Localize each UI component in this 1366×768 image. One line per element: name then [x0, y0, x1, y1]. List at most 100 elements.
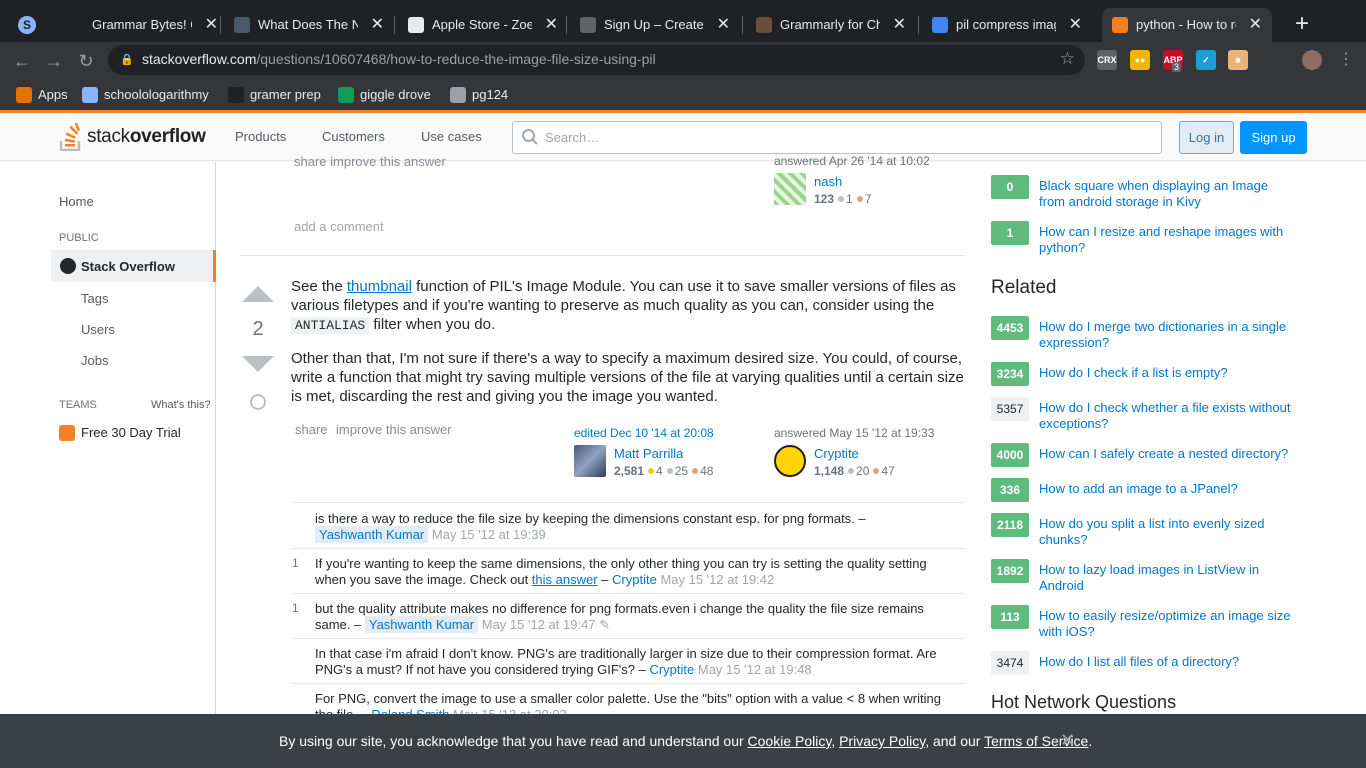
related-question-link[interactable]: How do I check whether a file exists wit… [1039, 400, 1301, 432]
bookmark-giggle-drove[interactable]: giggle drove [338, 86, 431, 104]
bookmark-schoolologarithmy[interactable]: schoolologarithmy [82, 86, 209, 104]
site-header: stackoverflow Products Customers Use cas… [0, 113, 1366, 161]
tab-close-icon[interactable]: ✕ [205, 8, 218, 42]
owl-extension-icon[interactable]: ●● [1130, 50, 1150, 70]
free-trial-link[interactable]: Free 30 Day Trial [81, 425, 181, 440]
pencil-icon: ✎ [599, 617, 611, 632]
tab-close-icon[interactable]: ✕ [545, 8, 558, 42]
privacy-policy-link[interactable]: Privacy Policy [839, 733, 925, 749]
comment-user-link[interactable]: Yashwanth Kumar [315, 526, 429, 543]
related-score: 336 [991, 478, 1029, 502]
comment-score: 1 [292, 601, 299, 615]
stackoverflow-logo-icon [60, 123, 81, 151]
related-question-link[interactable]: How can I safely create a nested directo… [1039, 446, 1301, 462]
nav-customers[interactable]: Customers [322, 129, 385, 144]
prev-share-improve[interactable]: share improve this answer [294, 154, 446, 169]
bookmark-pg124[interactable]: pg124 [450, 86, 508, 104]
check-extension-icon[interactable]: ✓ [1196, 50, 1216, 70]
main-content: share improve this answer answered Apr 2… [216, 154, 966, 768]
tab-title: python - How to red [1136, 17, 1236, 32]
related-question-link[interactable]: How do you split a list into evenly size… [1039, 516, 1301, 548]
close-icon[interactable]: ✕ [1060, 730, 1075, 751]
related-question-link[interactable]: How do I list all files of a directory? [1039, 654, 1301, 670]
downvote-arrow-icon[interactable] [242, 356, 274, 372]
matt-parrilla-avatar[interactable] [574, 445, 606, 477]
tab-close-icon[interactable]: ✕ [893, 8, 906, 42]
whats-this-link[interactable]: What's this? [151, 399, 211, 411]
comment-user-link[interactable]: Cryptite [612, 572, 657, 587]
blank-extension-icon[interactable] [1261, 50, 1281, 70]
upvote-arrow-icon[interactable] [242, 286, 274, 302]
signup-button[interactable]: Sign up [1240, 121, 1307, 154]
related-question-link[interactable]: How to easily resize/optimize an image s… [1039, 608, 1301, 640]
stackoverflow-favicon [1112, 17, 1128, 33]
nav-home[interactable]: Home [59, 194, 94, 209]
related-score: 113 [991, 605, 1029, 629]
nav-users[interactable]: Users [81, 322, 115, 337]
bookmark-label: schoolologarithmy [104, 87, 209, 102]
tab-close-icon[interactable]: ✕ [1069, 8, 1082, 42]
share-link[interactable]: share [295, 422, 328, 437]
crx-extension-icon[interactable]: CRX [1097, 50, 1117, 70]
browser-tab[interactable]: Sign Up – Create a F ✕ [570, 8, 740, 42]
search-icon [522, 129, 538, 145]
prev-user-link[interactable]: nash [814, 174, 842, 189]
bookmark-gramer-prep[interactable]: gramer prep [228, 86, 321, 104]
comment-user-link[interactable]: Cryptite [649, 662, 694, 677]
right-sidebar: 0 Black square when displaying an Image f… [975, 162, 1366, 768]
tab-title: Sign Up – Create a F [604, 17, 704, 32]
edited-time-link[interactable]: edited Dec 10 '14 at 20:08 [574, 426, 714, 440]
bookmark-apps[interactable]: Apps [16, 86, 68, 104]
globe-icon [60, 258, 76, 274]
nav-jobs[interactable]: Jobs [81, 353, 108, 368]
face-extension-icon[interactable]: ■ [1228, 50, 1248, 70]
site-search-input[interactable]: Search… [512, 121, 1162, 154]
browser-tab[interactable]: Apple Store - Zoek ✕ [398, 8, 568, 42]
address-bar[interactable]: 🔒 stackoverflow.com/questions/10607468/h… [108, 45, 1085, 75]
nav-use-cases[interactable]: Use cases [421, 129, 482, 144]
nash-avatar[interactable] [774, 173, 806, 205]
this-answer-link[interactable]: this answer [532, 572, 598, 587]
improve-answer-link[interactable]: improve this answer [336, 422, 452, 437]
reload-icon[interactable]: ↻ [75, 50, 97, 72]
tab-close-icon[interactable]: ✕ [1249, 8, 1262, 42]
related-question-link[interactable]: How to add an image to a JPanel? [1039, 481, 1301, 497]
browser-tab[interactable]: Grammar Bytes! Gra ✕ [58, 8, 228, 42]
comment-user-link[interactable]: Yashwanth Kumar [364, 616, 479, 633]
browser-tab[interactable]: Grammarly for Chro ✕ [746, 8, 916, 42]
thumbnail-link[interactable]: thumbnail [347, 278, 412, 295]
nav-products[interactable]: Products [235, 129, 286, 144]
cookie-policy-link[interactable]: Cookie Policy [748, 733, 832, 749]
related-question-link[interactable]: How do I merge two dictionaries in a sin… [1039, 319, 1301, 351]
comments-divider [291, 502, 966, 503]
back-arrow-icon[interactable]: ← [11, 50, 33, 72]
author-link[interactable]: Cryptite [814, 446, 859, 461]
browser-tab[interactable]: What Does The Nar ✕ [224, 8, 394, 42]
related-score: 3234 [991, 362, 1029, 386]
login-button[interactable]: Log in [1179, 121, 1234, 154]
new-tab-button[interactable]: + [1290, 10, 1314, 38]
history-icon[interactable] [250, 394, 266, 410]
forward-arrow-icon[interactable]: → [43, 50, 65, 72]
linked-score: 1 [991, 221, 1029, 245]
tab-separator [566, 16, 567, 34]
related-question-link[interactable]: How do I check if a list is empty? [1039, 365, 1301, 381]
nav-stack-overflow[interactable]: Stack Overflow [51, 250, 216, 282]
nav-tags[interactable]: Tags [81, 291, 108, 306]
schoology-app-icon[interactable]: S [18, 16, 36, 34]
tab-close-icon[interactable]: ✕ [371, 8, 384, 42]
related-question-link[interactable]: How to lazy load images in ListView in An… [1039, 562, 1301, 594]
editor-link[interactable]: Matt Parrilla [614, 446, 683, 461]
add-comment-link[interactable]: add a comment [294, 219, 384, 234]
answer-divider [240, 255, 966, 256]
tab-close-icon[interactable]: ✕ [717, 8, 730, 42]
profile-avatar[interactable] [1302, 50, 1322, 70]
linked-question-link[interactable]: Black square when displaying an Image fro… [1039, 178, 1301, 210]
linked-question-link[interactable]: How can I resize and reshape images with… [1039, 224, 1301, 256]
browser-tab[interactable]: pil compress image ✕ [922, 8, 1092, 42]
stackoverflow-logo[interactable]: stackoverflow [60, 121, 220, 153]
chrome-menu-icon[interactable]: ⋮ [1338, 50, 1354, 70]
bookmark-star-icon[interactable]: ☆ [1060, 49, 1075, 69]
cryptite-avatar[interactable] [774, 445, 806, 477]
browser-tab[interactable]: python - How to red ✕ [1102, 8, 1272, 42]
